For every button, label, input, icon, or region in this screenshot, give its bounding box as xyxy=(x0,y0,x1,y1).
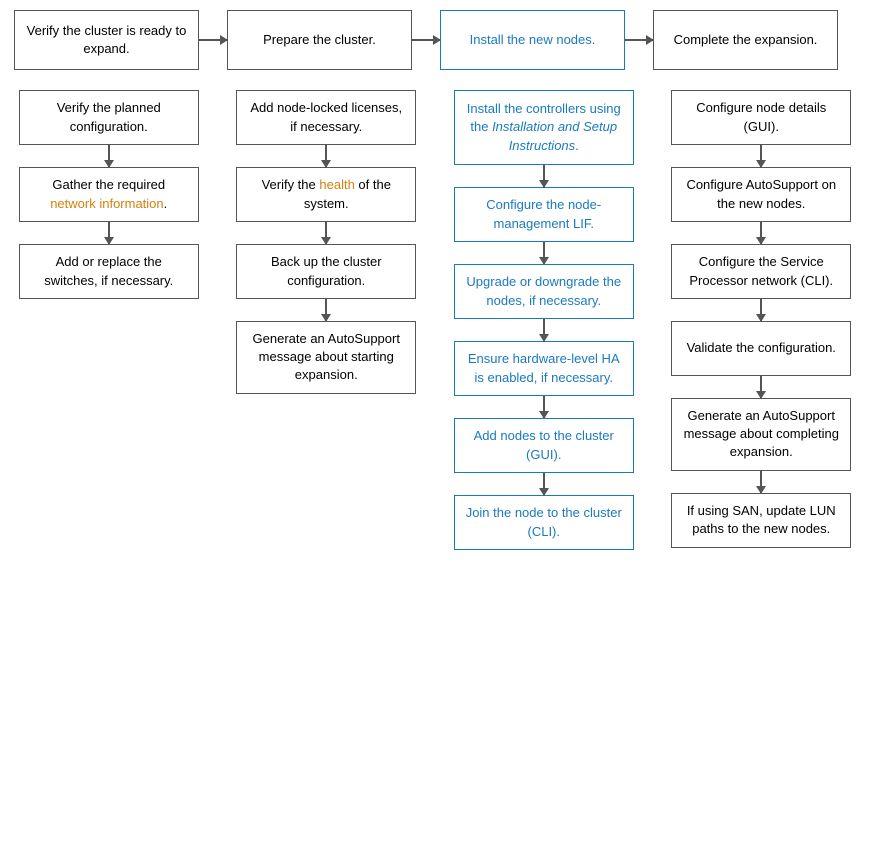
c3-arrow-v-4 xyxy=(543,396,545,418)
c4-box-5: Generate an AutoSupport message about co… xyxy=(671,398,851,471)
c3-arrow-v-1 xyxy=(543,165,545,187)
c3-arrow-2 xyxy=(454,242,634,264)
c2-box-2: Verify the health of the system. xyxy=(236,167,416,222)
c3-box-5-text: Add nodes to the cluster (GUI). xyxy=(465,427,623,463)
top-box-4-wrapper: Complete the expansion. xyxy=(653,10,838,70)
top-box-3: Install the new nodes. xyxy=(440,10,625,70)
c3-box-3: Upgrade or downgrade the nodes, if neces… xyxy=(454,264,634,319)
c2-box-3: Back up the cluster configuration. xyxy=(236,244,416,299)
c2-arrow-v-1 xyxy=(325,145,327,167)
c3-box-6-text: Join the node to the cluster (CLI). xyxy=(465,504,623,540)
c4-arrow-2 xyxy=(671,222,851,244)
c2-arrow-3 xyxy=(236,299,416,321)
c2-box-1-text: Add node-locked licenses, if necessary. xyxy=(247,99,405,135)
top-box-1: Verify the cluster is ready to expand. xyxy=(14,10,199,70)
c4-box-4: Validate the configuration. xyxy=(671,321,851,376)
arrow-2-3 xyxy=(412,39,440,41)
c4-arrow-v-4 xyxy=(760,376,762,398)
c3-arrow-v-3 xyxy=(543,319,545,341)
c4-arrow-v-5 xyxy=(760,471,762,493)
c4-arrow-1 xyxy=(671,145,851,167)
c3-box-3-text: Upgrade or downgrade the nodes, if neces… xyxy=(465,273,623,309)
flowchart: Verify the cluster is ready to expand. P… xyxy=(10,10,860,550)
c2-box-1: Add node-locked licenses, if necessary. xyxy=(236,90,416,145)
c2-box-2-text: Verify the health of the system. xyxy=(247,176,405,212)
c1-box-2-text: Gather the required network information. xyxy=(30,176,188,212)
c2-arrow-v-2 xyxy=(325,222,327,244)
top-box-1-text: Verify the cluster is ready to expand. xyxy=(25,22,188,58)
c4-arrow-v-1 xyxy=(760,145,762,167)
c3-arrow-1 xyxy=(454,165,634,187)
top-box-4-text: Complete the expansion. xyxy=(674,31,818,49)
c4-arrow-v-2 xyxy=(760,222,762,244)
c3-arrow-v-2 xyxy=(543,242,545,264)
c4-arrow-4 xyxy=(671,376,851,398)
c4-box-6: If using SAN, update LUN paths to the ne… xyxy=(671,493,851,548)
c3-box-1: Install the controllers using the Instal… xyxy=(454,90,634,165)
c1-box-3-text: Add or replace the switches, if necessar… xyxy=(30,253,188,289)
top-box-2-text: Prepare the cluster. xyxy=(263,31,376,49)
top-row: Verify the cluster is ready to expand. P… xyxy=(10,10,860,70)
c4-box-3-text: Configure the Service Processor network … xyxy=(682,253,840,289)
top-box-2: Prepare the cluster. xyxy=(227,10,412,70)
c2-box-4-text: Generate an AutoSupport message about st… xyxy=(247,330,405,385)
c4-box-2: Configure AutoSupport on the new nodes. xyxy=(671,167,851,222)
c3-box-4: Ensure hardware-level HA is enabled, if … xyxy=(454,341,634,396)
top-box-1-wrapper: Verify the cluster is ready to expand. xyxy=(14,10,199,70)
c1-arrow-v-1 xyxy=(108,145,110,167)
c1-box-1-text: Verify the planned configuration. xyxy=(30,99,188,135)
c2-box-3-text: Back up the cluster configuration. xyxy=(247,253,405,289)
c4-box-5-text: Generate an AutoSupport message about co… xyxy=(682,407,840,462)
c4-box-2-text: Configure AutoSupport on the new nodes. xyxy=(682,176,840,212)
column-4: Configure node details (GUI). Configure … xyxy=(667,90,857,548)
main-columns: Verify the planned configuration. Gather… xyxy=(10,90,860,550)
c2-arrow-1 xyxy=(236,145,416,167)
c1-arrow-1 xyxy=(19,145,199,167)
column-3: Install the controllers using the Instal… xyxy=(449,90,639,550)
top-box-4: Complete the expansion. xyxy=(653,10,838,70)
c4-box-1: Configure node details (GUI). xyxy=(671,90,851,145)
c1-box-2: Gather the required network information. xyxy=(19,167,199,222)
top-box-3-text: Install the new nodes. xyxy=(470,31,596,49)
c4-arrow-v-3 xyxy=(760,299,762,321)
column-1: Verify the planned configuration. Gather… xyxy=(14,90,204,299)
c3-arrow-5 xyxy=(454,473,634,495)
c3-box-1-text: Install the controllers using the Instal… xyxy=(465,100,623,155)
c1-box-1: Verify the planned configuration. xyxy=(19,90,199,145)
c2-arrow-2 xyxy=(236,222,416,244)
c3-arrow-3 xyxy=(454,319,634,341)
c3-arrow-4 xyxy=(454,396,634,418)
c4-box-6-text: If using SAN, update LUN paths to the ne… xyxy=(682,502,840,538)
c3-box-2-text: Configure the node-management LIF. xyxy=(465,196,623,232)
arrow-1-2 xyxy=(199,39,227,41)
c1-box-3: Add or replace the switches, if necessar… xyxy=(19,244,199,299)
c2-box-4: Generate an AutoSupport message about st… xyxy=(236,321,416,394)
arrow-3-4 xyxy=(625,39,653,41)
c4-box-4-text: Validate the configuration. xyxy=(687,339,836,357)
c2-arrow-v-3 xyxy=(325,299,327,321)
c3-box-5: Add nodes to the cluster (GUI). xyxy=(454,418,634,473)
top-box-2-wrapper: Prepare the cluster. xyxy=(227,10,412,70)
c4-arrow-5 xyxy=(671,471,851,493)
c4-box-1-text: Configure node details (GUI). xyxy=(682,99,840,135)
c1-arrow-v-2 xyxy=(108,222,110,244)
c1-arrow-2 xyxy=(19,222,199,244)
top-box-3-wrapper: Install the new nodes. xyxy=(440,10,625,70)
c3-arrow-v-5 xyxy=(543,473,545,495)
c3-box-2: Configure the node-management LIF. xyxy=(454,187,634,242)
c4-box-3: Configure the Service Processor network … xyxy=(671,244,851,299)
c3-box-6: Join the node to the cluster (CLI). xyxy=(454,495,634,550)
c3-box-4-text: Ensure hardware-level HA is enabled, if … xyxy=(465,350,623,386)
c4-arrow-3 xyxy=(671,299,851,321)
column-2: Add node-locked licenses, if necessary. … xyxy=(232,90,422,394)
